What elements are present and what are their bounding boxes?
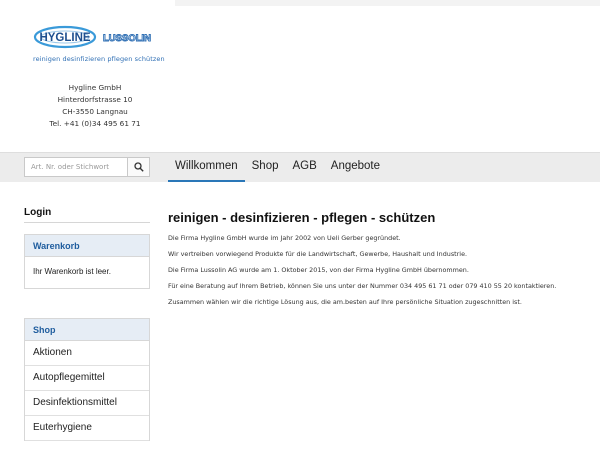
search-box	[24, 157, 150, 177]
paragraph-2: Wir vertreiben vorwiegend Produkte für d…	[168, 250, 468, 258]
cart-title[interactable]: Warenkorb	[25, 235, 149, 257]
page-heading: reinigen - desinfizieren - pflegen - sch…	[168, 210, 436, 225]
company-street: Hinterdorfstrasse 10	[57, 95, 133, 104]
logo-text-lussolin: LUSSOLIN	[103, 33, 151, 44]
shop-title[interactable]: Shop	[25, 319, 149, 341]
company-address: Hygline GmbH Hinterdorfstrasse 10 CH-355…	[40, 82, 150, 130]
paragraph-4: Für eine Beratung auf Ihrem Betrieb, kön…	[168, 282, 557, 290]
nav-willkommen[interactable]: Willkommen	[168, 152, 245, 182]
shop-panel: Shop Aktionen Autopflegemittel Desinfekt…	[24, 318, 150, 441]
shop-item-aktionen[interactable]: Aktionen	[25, 341, 149, 366]
company-phone: Tel. +41 (0)34 495 61 71	[49, 119, 141, 128]
login-divider	[24, 222, 150, 223]
nav-agb[interactable]: AGB	[285, 152, 323, 182]
main-nav: Willkommen Shop AGB Angebote	[168, 152, 387, 182]
login-link[interactable]: Login	[24, 207, 51, 218]
search-icon	[133, 162, 144, 172]
top-strip	[175, 0, 600, 6]
paragraph-3: Die Firma Lussolin AG wurde am 1. Oktobe…	[168, 266, 469, 274]
company-city: CH-3550 Langnau	[62, 107, 128, 116]
shop-item-autopflegemittel[interactable]: Autopflegemittel	[25, 366, 149, 391]
hygline-lussolin-logo: HYGLINE LUSSOLIN	[33, 25, 152, 49]
cart-empty-text: Ihr Warenkorb ist leer.	[33, 267, 111, 276]
nav-shop[interactable]: Shop	[245, 152, 286, 182]
cart-panel: Warenkorb Ihr Warenkorb ist leer.	[24, 234, 150, 289]
search-input[interactable]	[25, 158, 127, 176]
shop-item-euterhygiene[interactable]: Euterhygiene	[25, 416, 149, 441]
shop-item-desinfektionsmittel[interactable]: Desinfektionsmittel	[25, 391, 149, 416]
nav-angebote[interactable]: Angebote	[324, 152, 387, 182]
company-name: Hygline GmbH	[68, 83, 122, 92]
logo-tagline: reinigen desinfizieren pflegen schützen	[33, 55, 165, 63]
paragraph-5: Zusammen wählen wir die richtige Lösung …	[168, 298, 522, 306]
main-content: reinigen - desinfizieren - pflegen - sch…	[168, 210, 588, 314]
search-button[interactable]	[127, 158, 149, 176]
paragraph-1: Die Firma Hygline GmbH wurde im Jahr 200…	[168, 234, 401, 242]
logo-text-hygline: HYGLINE	[39, 32, 90, 44]
